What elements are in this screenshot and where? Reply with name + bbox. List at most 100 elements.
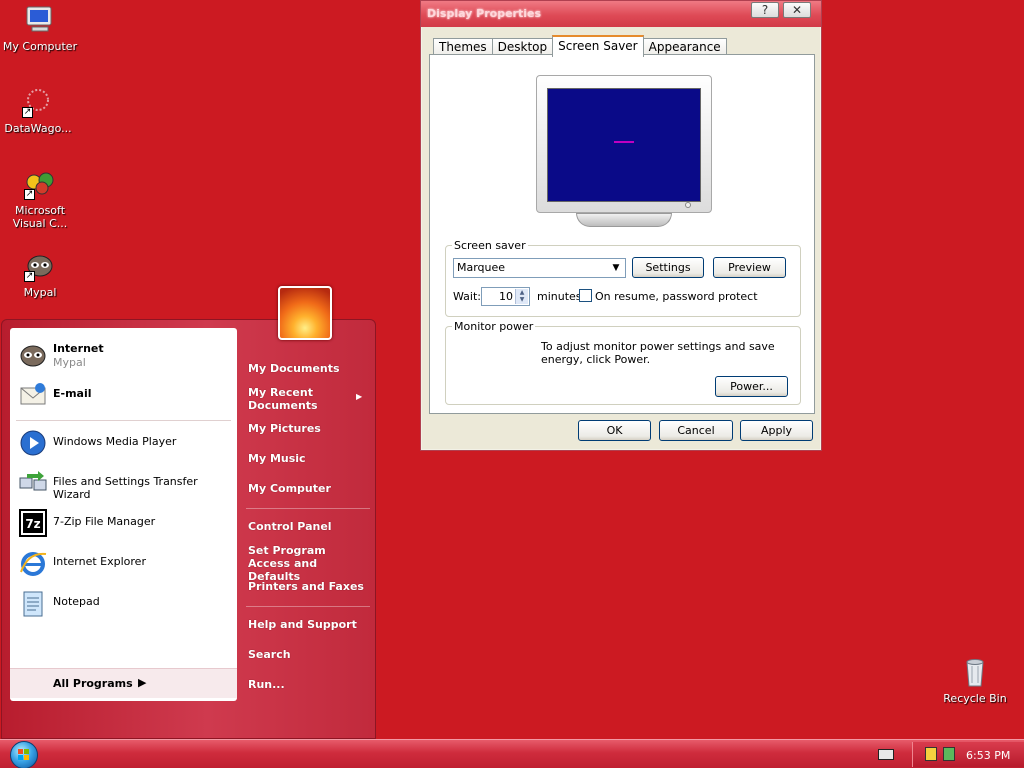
wait-value: 10: [499, 290, 513, 303]
wait-label: Wait:: [453, 290, 481, 303]
start-item-internet[interactable]: Internet Mypal: [10, 338, 237, 374]
monitor-preview: [536, 75, 712, 213]
start-item-sublabel: Mypal: [53, 356, 86, 369]
power-button[interactable]: Power...: [715, 376, 788, 397]
start-item-label: E-mail: [53, 387, 92, 400]
tab-screen-saver[interactable]: Screen Saver: [552, 35, 644, 57]
monitor-power-description: To adjust monitor power settings and sav…: [541, 340, 775, 366]
settings-button[interactable]: Settings: [632, 257, 704, 278]
desktop-icon-visual-c[interactable]: ↗ Microsoft Visual C...: [2, 168, 78, 230]
password-protect-checkbox[interactable]: [579, 289, 592, 302]
start-item-transfer-wizard[interactable]: Files and Settings Transfer Wizard: [10, 465, 237, 501]
desktop-icon-label: DataWago...: [4, 122, 72, 135]
clock[interactable]: 6:53 PM: [966, 749, 1010, 762]
start-item-7zip[interactable]: 7z 7-Zip File Manager: [10, 505, 237, 541]
start-right-control-panel[interactable]: Control Panel: [248, 520, 332, 533]
screen-saver-select[interactable]: Marquee ▼: [453, 258, 626, 278]
start-menu: Internet Mypal E-mail Windows Media Play…: [1, 319, 376, 739]
start-right-printers-faxes[interactable]: Printers and Faxes: [248, 580, 364, 593]
display-properties-window: Display Properties ? ✕ Themes Desktop Sc…: [420, 0, 822, 451]
internet-explorer-icon: [18, 548, 48, 578]
taskbar: 6:53 PM: [0, 739, 1024, 768]
shortcut-arrow-icon: ↗: [24, 271, 35, 282]
screen-saver-panel: Screen saver Marquee ▼ Settings Preview …: [429, 54, 815, 414]
media-player-icon: [18, 428, 48, 458]
shortcut-arrow-icon: ↗: [22, 107, 33, 118]
chevron-down-icon: ▼: [612, 263, 620, 273]
start-item-label: Internet Explorer: [53, 555, 146, 568]
help-button[interactable]: ?: [751, 2, 779, 18]
transfer-wizard-icon: [18, 468, 48, 498]
desktop-icon-label: Mypal: [23, 286, 57, 299]
group-label: Monitor power: [452, 320, 536, 333]
monitor-stand: [576, 213, 672, 227]
group-label: Screen saver: [452, 239, 528, 252]
desktop-icon-recycle-bin[interactable]: Recycle Bin: [937, 656, 1013, 705]
start-right-run[interactable]: Run...: [248, 678, 285, 691]
dialog-body: Themes Desktop Screen Saver Appearance S…: [425, 27, 817, 446]
desktop-icon-label: My Computer: [2, 40, 78, 53]
wait-minutes-spinner[interactable]: 10 ▲ ▼: [481, 287, 530, 306]
password-protect-label[interactable]: On resume, password protect: [595, 290, 758, 303]
divider: [16, 420, 231, 421]
desktop-icon-datawagon[interactable]: ↗ DataWago...: [0, 86, 76, 135]
spinner-arrows-icon[interactable]: ▲ ▼: [515, 289, 528, 304]
datawagon-icon: ↗: [22, 86, 54, 118]
recycle-bin-icon: [959, 656, 991, 688]
screen-saver-preview: [547, 88, 701, 202]
monitor-power-group: Monitor power To adjust monitor power se…: [445, 320, 801, 405]
keyboard-icon[interactable]: [878, 749, 894, 760]
start-item-notepad[interactable]: Notepad: [10, 585, 237, 621]
divider: [246, 508, 370, 509]
desktop-icon-label: Microsoft Visual C...: [12, 204, 68, 230]
7zip-icon: 7z: [18, 508, 48, 538]
start-item-label: Notepad: [53, 595, 100, 608]
start-right-my-pictures[interactable]: My Pictures: [248, 422, 321, 435]
visual-studio-icon: ↗: [24, 168, 56, 200]
start-right-set-program-access[interactable]: Set Program Access and Defaults: [248, 544, 358, 583]
user-avatar[interactable]: [278, 286, 332, 340]
preview-button[interactable]: Preview: [713, 257, 786, 278]
start-item-label: Internet: [53, 342, 104, 355]
start-item-label: 7-Zip File Manager: [53, 515, 156, 528]
email-icon: [18, 380, 48, 410]
svg-text:7z: 7z: [25, 517, 40, 531]
start-item-label: Windows Media Player: [53, 435, 177, 448]
start-right-my-recent-documents[interactable]: My Recent Documents: [248, 386, 338, 412]
desktop-icon-my-computer[interactable]: My Computer: [2, 4, 78, 53]
close-button[interactable]: ✕: [783, 2, 811, 18]
minutes-label: minutes: [537, 290, 582, 303]
cancel-button[interactable]: Cancel: [659, 420, 733, 441]
notepad-icon: [18, 588, 48, 618]
desktop-icon-label: Recycle Bin: [943, 692, 1007, 705]
my-computer-icon: [24, 4, 56, 36]
divider: [246, 606, 370, 607]
mypal-icon: ↗: [24, 250, 56, 282]
start-button[interactable]: [10, 741, 38, 768]
start-item-internet-explorer[interactable]: Internet Explorer: [10, 545, 237, 581]
power-led-icon: [685, 202, 691, 208]
start-right-my-documents[interactable]: My Documents: [248, 362, 340, 375]
title-bar[interactable]: Display Properties ? ✕: [421, 1, 821, 27]
selected-value: Marquee: [457, 261, 506, 274]
start-item-media-player[interactable]: Windows Media Player: [10, 425, 237, 461]
screen-saver-group: Screen saver Marquee ▼ Settings Preview …: [445, 239, 801, 317]
windows-logo-icon: [18, 749, 29, 760]
safely-remove-icon[interactable]: [943, 747, 955, 761]
network-warning-icon[interactable]: [925, 747, 937, 761]
start-right-help-support[interactable]: Help and Support: [248, 618, 357, 631]
desktop-icon-mypal[interactable]: ↗ Mypal: [2, 250, 78, 299]
all-programs-button[interactable]: All Programs ▶: [10, 668, 237, 698]
shortcut-arrow-icon: ↗: [24, 189, 35, 200]
window-title: Display Properties: [427, 7, 542, 20]
arrow-right-icon: ▶: [138, 676, 147, 689]
apply-button[interactable]: Apply: [740, 420, 813, 441]
mypal-icon: [18, 341, 48, 371]
start-item-email[interactable]: E-mail: [10, 377, 237, 413]
start-right-search[interactable]: Search: [248, 648, 291, 661]
start-right-my-music[interactable]: My Music: [248, 452, 306, 465]
arrow-right-icon: ▶: [356, 392, 363, 401]
ok-button[interactable]: OK: [578, 420, 651, 441]
all-programs-label: All Programs: [53, 677, 133, 690]
start-right-my-computer[interactable]: My Computer: [248, 482, 331, 495]
